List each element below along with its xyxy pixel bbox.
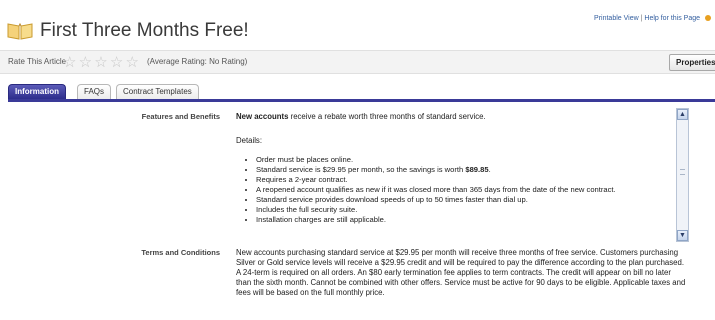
link-separator: |	[640, 15, 643, 22]
intro-bold: New accounts	[236, 112, 289, 121]
savings-amount: $89.85	[465, 165, 489, 174]
help-link[interactable]: Help for this Page	[644, 15, 700, 22]
star-icon[interactable]: ☆	[63, 54, 76, 71]
features-label: Features and Benefits	[141, 112, 220, 121]
star-icon[interactable]: ☆	[110, 54, 123, 71]
printable-view-link[interactable]: Printable View	[594, 15, 639, 22]
savings-period: .	[488, 165, 491, 174]
list-item: Installation charges are still applicabl…	[256, 215, 686, 225]
star-icon[interactable]: ☆	[94, 54, 107, 71]
article-content: Features and Benefits New accounts recei…	[0, 102, 715, 320]
intro-rest: receive a rebate worth three months of s…	[288, 112, 486, 121]
header: First Three Months Free! Printable View …	[0, 0, 715, 50]
scroll-down-icon[interactable]: ▼	[677, 230, 688, 241]
header-links: Printable View | Help for this Page	[594, 15, 711, 22]
list-item-text: Standard service is $29.95 per month, so…	[256, 165, 466, 174]
list-item: Standard service is $29.95 per month, so…	[256, 165, 686, 175]
star-rating[interactable]: ☆ ☆ ☆ ☆ ☆	[63, 53, 139, 71]
terms-text: New accounts purchasing standard service…	[236, 248, 686, 297]
tab-information[interactable]: Information	[8, 84, 66, 99]
rating-bar: Rate This Article ☆ ☆ ☆ ☆ ☆ (Average Rat…	[0, 50, 715, 74]
book-icon	[7, 22, 33, 40]
details-list: Order must be places online. Standard se…	[236, 155, 686, 225]
tab-contract-templates[interactable]: Contract Templates	[116, 84, 199, 99]
list-item: A reopened account qualifies as new if i…	[256, 185, 686, 195]
star-icon[interactable]: ☆	[79, 54, 92, 71]
tab-faqs[interactable]: FAQs	[77, 84, 112, 99]
terms-label: Terms and Conditions	[141, 248, 220, 257]
properties-button[interactable]: Properties	[669, 54, 715, 71]
page-title: First Three Months Free!	[40, 20, 249, 41]
features-scrollbar[interactable]: ▲ ▼	[676, 108, 689, 242]
list-item: Standard service provides download speed…	[256, 195, 686, 205]
rate-label: Rate This Article	[8, 57, 67, 66]
features-intro: New accounts receive a rebate worth thre…	[236, 112, 666, 122]
average-rating: (Average Rating: No Rating)	[147, 57, 248, 66]
scroll-up-icon[interactable]: ▲	[677, 109, 688, 120]
list-item: Includes the full security suite.	[256, 205, 686, 215]
star-icon[interactable]: ☆	[126, 54, 139, 71]
details-label: Details:	[236, 136, 262, 145]
scroll-thumb-grip[interactable]	[680, 169, 685, 175]
help-dot-icon	[705, 15, 711, 22]
list-item: Order must be places online.	[256, 155, 686, 165]
list-item: Requires a 2-year contract.	[256, 175, 686, 185]
